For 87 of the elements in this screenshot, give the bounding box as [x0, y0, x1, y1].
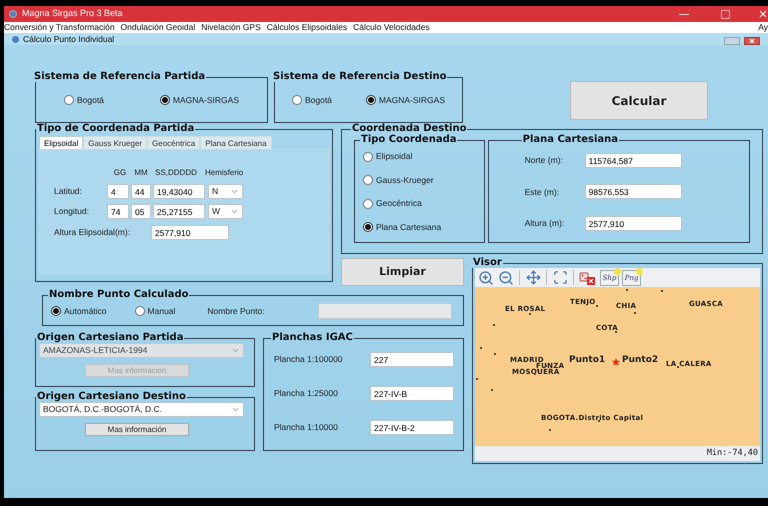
- group-title: Planchas IGAC: [271, 333, 354, 343]
- group-title: Origen Cartesiano Destino: [36, 392, 187, 402]
- subwindow-title: Cálculo Punto Individual: [23, 32, 114, 46]
- window-title: Magna Sirgas Pro 3 Beta: [22, 7, 123, 20]
- group-title: Tipo de Coordenada Partida: [36, 124, 196, 134]
- chevron-down-icon: [230, 187, 239, 196]
- field-label: Altura Elipsoidal(m):: [54, 226, 132, 239]
- text-field[interactable]: 2577,910: [584, 216, 682, 231]
- dice-delete-icon: [579, 270, 595, 284]
- hemisphere-dropdown[interactable]: N: [208, 184, 243, 199]
- text-field[interactable]: 05: [131, 204, 151, 219]
- hemisphere-dropdown[interactable]: W: [208, 204, 243, 219]
- zoom-out-icon: [498, 270, 514, 286]
- move-icon: [526, 270, 540, 285]
- menu-item[interactable]: Nivelación GPS: [201, 21, 261, 34]
- text-field[interactable]: 19,43040: [153, 184, 205, 199]
- column-header: GG: [112, 167, 128, 179]
- tab[interactable]: Gauss Krueger: [83, 136, 148, 149]
- radio-button[interactable]: Elipsoidal: [363, 150, 484, 164]
- group-title: Sistema de Referencia Partida: [33, 72, 206, 82]
- close-button[interactable]: [744, 37, 760, 45]
- group-title: Nombre Punto Calculado: [48, 290, 190, 300]
- field-label: Este (m):: [524, 186, 560, 198]
- field-label: Latitud:: [54, 185, 83, 198]
- more-info-button[interactable]: Mas información: [85, 423, 189, 436]
- chevron-down-icon: [231, 405, 240, 414]
- menu-item[interactable]: Ay: [758, 21, 768, 34]
- radio-button[interactable]: Automático: [51, 304, 107, 318]
- calcular-button[interactable]: Calcular: [570, 81, 708, 120]
- origin-dropdown[interactable]: BOGOTÁ, D.C.-BOGOTÁ, D.C.: [39, 402, 244, 417]
- menu-item[interactable]: Cálculos Elipsoidales: [266, 21, 348, 34]
- zoom-in-icon: [478, 270, 494, 286]
- coordinate-readout: Min:-74,40: [706, 447, 758, 460]
- text-field[interactable]: 115764,587: [584, 153, 682, 168]
- limpiar-button[interactable]: Limpiar: [341, 258, 464, 286]
- maximize-button[interactable]: [721, 10, 730, 18]
- menu-item[interactable]: Conversión y Transformación: [4, 21, 115, 34]
- close-icon: [759, 10, 766, 18]
- star-badge-icon: [636, 268, 643, 274]
- group-title: Visor: [472, 258, 503, 268]
- text-field[interactable]: 227-IV-B: [370, 386, 454, 401]
- group-title: Coordenada Destino: [351, 124, 468, 134]
- menu-item[interactable]: Ondulación Geoidal: [120, 21, 196, 34]
- radio-button[interactable]: MAGNA-SIRGAS: [160, 94, 239, 106]
- text-field[interactable]: 44: [131, 184, 151, 199]
- star-badge-icon: [614, 268, 621, 274]
- radio-button[interactable]: Plana Cartesiana: [363, 220, 484, 234]
- menu-item[interactable]: Cálculo Velocidades: [353, 21, 430, 34]
- field-label: Plancha 1:10000: [274, 420, 339, 434]
- text-field[interactable]: 74: [107, 204, 129, 219]
- tab[interactable]: Elipsoidal: [39, 136, 84, 149]
- column-header: Hemisferio: [205, 167, 244, 179]
- text-field[interactable]: 98576,553: [584, 184, 682, 200]
- field-label: Longitud:: [54, 205, 90, 218]
- field-label: Altura (m):: [524, 216, 566, 230]
- field-label: Nombre Punto:: [207, 304, 265, 318]
- radio-button[interactable]: Gauss-Krueger: [363, 174, 484, 187]
- radio-button[interactable]: Bogotá: [64, 94, 104, 106]
- field-label: Plancha 1:25000: [274, 387, 339, 400]
- group-title: Plana Cartesiana: [522, 135, 620, 145]
- close-icon: [749, 38, 755, 44]
- radio-button[interactable]: MAGNA-SIRGAS: [366, 94, 445, 106]
- field-label: Plancha 1:100000: [274, 353, 344, 366]
- globe-icon: [12, 36, 19, 42]
- map-label: Punto1: [569, 356, 606, 365]
- text-field[interactable]: 2577,910: [151, 225, 229, 240]
- text-field[interactable]: 25,27155: [153, 204, 205, 219]
- scan-icon: [552, 270, 568, 285]
- globe-icon: [9, 10, 17, 18]
- chevron-down-icon: [230, 207, 239, 216]
- text-field[interactable]: 4: [107, 184, 129, 199]
- radio-button[interactable]: Manual: [134, 304, 176, 318]
- tab[interactable]: Geocéntrica: [147, 136, 200, 149]
- group-title: Tipo Coordenada: [360, 135, 458, 145]
- group-title: Origen Cartesiano Partida: [36, 333, 184, 343]
- column-header: SS,DDDDD: [154, 167, 198, 179]
- chevron-down-icon: [231, 346, 240, 355]
- star-marker-icon: [612, 358, 620, 366]
- map-label: Punto2: [622, 356, 658, 365]
- radio-button[interactable]: Geocéntrica: [363, 197, 484, 210]
- tab[interactable]: Plana Cartesiana: [200, 136, 272, 149]
- text-field[interactable]: 227-IV-B-2: [370, 420, 454, 435]
- column-header: MM: [133, 167, 149, 179]
- text-field[interactable]: 227: [370, 352, 454, 368]
- field-label: Norte (m):: [524, 154, 564, 168]
- group-title: Sistema de Referencia Destino: [272, 72, 448, 82]
- radio-button[interactable]: Bogotá: [292, 94, 332, 106]
